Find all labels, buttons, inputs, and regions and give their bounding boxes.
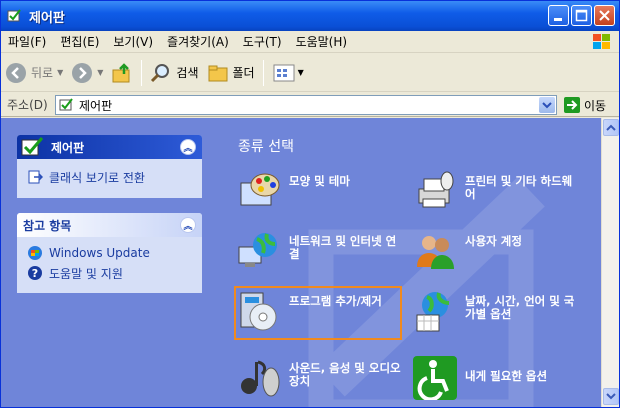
folders-icon [208,65,227,81]
menu-help[interactable]: 도움말(H) [289,31,355,53]
back-button[interactable]: 뒤로 ▼ [1,58,67,88]
search-icon [151,63,170,82]
menu-file[interactable]: 파일(F) [1,31,53,53]
category-label: 네트워크 및 인터넷 연결 [289,234,397,261]
category-add-remove-programs[interactable]: 프로그램 추가/제거 [237,289,407,333]
help-icon: ? [28,266,42,280]
svg-text:?: ? [32,267,38,280]
chevron-up-icon [606,124,616,131]
chevron-down-icon[interactable]: ▼ [97,68,103,77]
appearance-themes-icon [240,173,280,206]
see-also-panel-header[interactable]: 참고 항목 ︽ [17,213,202,237]
address-value: 제어판 [79,98,113,113]
address-dropdown-button[interactable] [539,97,555,113]
windows-update-icon [28,246,42,260]
forward-button[interactable]: ▼ [67,58,107,88]
back-label: 뒤로 [31,66,54,80]
category-printers-hardware[interactable]: 프린터 및 기타 하드웨어 [413,169,583,213]
category-label: 프로그램 추가/제거 [289,294,382,308]
chevron-down-icon[interactable]: ▼ [298,68,304,77]
category-label: 사용자 계정 [465,234,522,248]
control-panel-panel-header[interactable]: 제어판 ︽ [17,135,202,159]
go-label: 이동 [584,98,607,113]
category-label: 모양 및 테마 [289,174,350,188]
menu-bar: 파일(F) 편집(E) 보기(V) 즐겨찾기(A) 도구(T) 도움말(H) [1,31,619,53]
chevron-down-icon[interactable]: ▼ [57,68,63,77]
minimize-button[interactable] [548,5,569,26]
category-label: 날짜, 시간, 언어 및 국가별 옵션 [465,294,575,321]
address-bar: 주소(D) 제어판 이동 [1,93,619,117]
toolbar-separator [141,59,143,86]
close-icon [599,10,610,21]
category-label: 사운드, 음성 및 오디오 장치 [289,361,401,388]
control-panel-window: 제어판 파일(F) 편집(E) 보기(V) 즐겨찾기(A) 도구(T) 도움말(… [0,0,620,408]
date-time-language-icon [416,292,450,332]
back-arrow-icon [6,62,26,83]
views-icon [273,64,295,81]
panel-title: 제어판 [51,140,85,155]
control-panel-icon [21,137,44,156]
title-bar[interactable]: 제어판 [1,1,619,31]
close-button[interactable] [594,5,615,26]
category-sounds-audio[interactable]: 사운드, 음성 및 오디오 장치 [237,356,407,400]
folders-label: 폴더 [232,66,255,80]
category-date-time-language[interactable]: 날짜, 시간, 언어 및 국가별 옵션 [413,289,583,333]
menu-view[interactable]: 보기(V) [106,31,160,53]
go-button[interactable]: 이동 [563,96,606,114]
category-accessibility[interactable]: 내게 필요한 옵션 [413,356,583,400]
scroll-up-button[interactable] [603,119,619,136]
printer-hardware-icon [418,171,454,208]
help-and-support-link[interactable]: ? 도움말 및 지원 [27,263,192,283]
classic-view-label: 클래식 보기로 전환 [49,170,145,185]
chevron-down-icon [542,102,552,109]
sounds-audio-icon [241,360,280,397]
accessibility-icon [413,356,457,400]
menu-tools[interactable]: 도구(T) [236,31,289,53]
category-user-accounts[interactable]: 사용자 계정 [413,229,583,273]
up-folder-button[interactable] [107,58,137,88]
go-arrow-icon [564,97,580,113]
control-panel-task-panel: 제어판 ︽ 클래식 보기로 전환 [17,135,202,198]
views-button[interactable]: ▼ [268,58,308,88]
category-appearance-themes[interactable]: 모양 및 테마 [237,169,407,213]
control-panel-icon [59,98,73,111]
chevron-down-icon [606,393,616,400]
toolbar: 뒤로 ▼ ▼ 검색 폴더 ▼ [1,54,619,92]
menu-edit[interactable]: 편집(E) [53,31,106,53]
address-label: 주소(D) [7,98,48,112]
collapse-chevron-icon[interactable]: ︽ [180,217,196,233]
panel-title: 참고 항목 [23,218,72,233]
category-network-internet[interactable]: 네트워크 및 인터넷 연결 [237,229,407,273]
toolbar-separator [262,59,264,86]
scroll-down-button[interactable] [603,388,619,405]
network-internet-icon [238,233,277,267]
category-label: 내게 필요한 옵션 [465,369,548,383]
switch-to-classic-view-link[interactable]: 클래식 보기로 전환 [27,167,192,187]
windows-logo-icon [593,34,610,49]
pick-category-heading: 종류 선택 [238,139,294,155]
vertical-scrollbar[interactable] [601,118,619,407]
add-remove-programs-icon [240,292,277,331]
maximize-button[interactable] [571,5,592,26]
window-title: 제어판 [29,10,65,26]
maximize-icon [575,9,588,22]
category-label: 프린터 및 기타 하드웨어 [465,174,573,201]
up-folder-icon [112,62,130,82]
control-panel-icon [7,9,21,22]
user-accounts-icon [417,236,454,269]
windows-update-link[interactable]: Windows Update [27,243,192,263]
help-and-support-label: 도움말 및 지원 [49,266,123,281]
search-button[interactable]: 검색 [146,58,202,88]
minimize-icon [554,18,562,21]
menu-favorites[interactable]: 즐겨찾기(A) [160,31,236,53]
folders-button[interactable]: 폴더 [203,58,259,88]
forward-arrow-icon [72,62,93,83]
see-also-panel: 참고 항목 ︽ Windows Update ? 도움말 및 지원 [17,213,202,293]
windows-update-label: Windows Update [49,246,150,260]
address-input[interactable]: 제어판 [55,95,557,115]
collapse-chevron-icon[interactable]: ︽ [180,139,196,155]
search-label: 검색 [176,66,199,80]
classic-view-icon [28,170,43,184]
